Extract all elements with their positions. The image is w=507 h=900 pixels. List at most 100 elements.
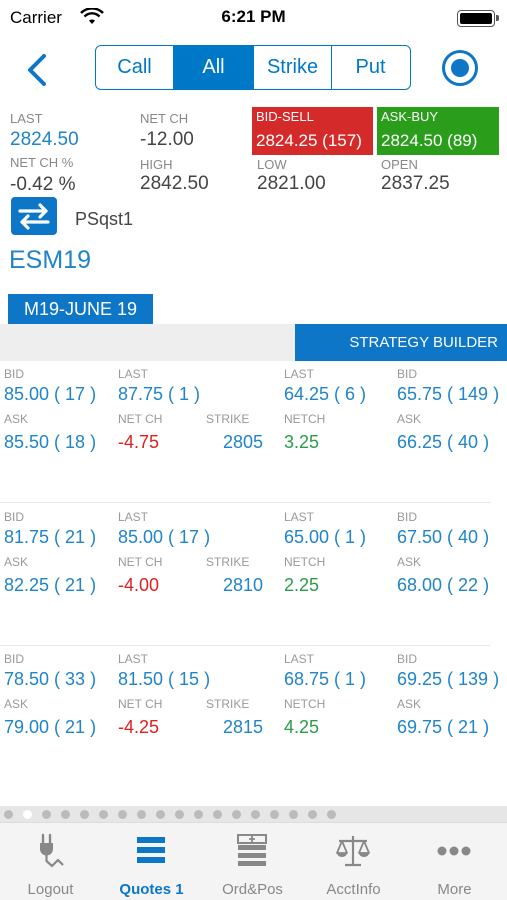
put-bid-label: BID [397,652,418,666]
back-icon[interactable] [22,50,50,90]
strategy-builder-button[interactable]: STRATEGY BUILDER [295,324,507,361]
call-ask-value: 79.00 ( 21 ) [4,717,97,737]
net-ch-label: NET CH [140,111,189,126]
put-bid-value: 65.75 ( 149 ) [397,384,500,404]
page-dot[interactable] [137,809,146,819]
tab-label: Quotes 1 [119,881,184,898]
put-netch-label: NETCH [284,412,326,426]
call-net-ch-label: NET CH [118,697,163,711]
symbol-title: ESM19 [9,246,91,274]
put-bid-label: BID [397,510,418,524]
strike-row[interactable]: BID LAST LAST BID 78.50 ( 33 ) 81.50 ( 15 ) 68… [0,647,507,789]
row-divider [0,645,490,646]
put-netch-value: 2.25 [284,575,320,595]
tab-more[interactable]: More [404,823,505,900]
page-indicator [0,806,507,822]
page-dot[interactable] [213,809,222,819]
page-dot[interactable] [118,809,127,819]
page-dot[interactable] [289,809,298,819]
ask-buy-label: ASK-BUY [381,109,439,124]
tab-acctinfo[interactable]: AcctInfo [303,823,404,900]
tab-ord-pos[interactable]: Ord&Pos [202,823,303,900]
call-ask-label: ASK [4,697,29,711]
page-dot[interactable] [175,809,184,819]
low-value: 2821.00 [257,173,326,194]
segment-strike[interactable]: Strike [254,46,332,89]
call-ask-value: 82.25 ( 21 ) [4,575,97,595]
expiry-selector[interactable]: M19-JUNE 19 [8,294,153,324]
call-net-ch-value: -4.25 [118,717,160,737]
tab-label: Logout [27,881,74,898]
tab-label: Ord&Pos [222,881,283,898]
strike-row[interactable]: BID LAST LAST BID 85.00 ( 17 ) 87.75 ( 1 ) 64.… [0,362,507,504]
page-dot[interactable] [42,809,51,819]
put-netch-value: 4.25 [284,717,320,737]
put-ask-label: ASK [397,697,422,711]
segment-put[interactable]: Put [332,46,409,89]
scales-icon [336,836,370,867]
tab-quotes[interactable]: Quotes 1 [101,823,202,900]
call-last-label: LAST [118,367,149,381]
page-dot[interactable] [23,809,32,819]
call-net-ch-label: NET CH [118,412,163,426]
call-bid-value: 85.00 ( 17 ) [4,384,97,404]
page-dot[interactable] [4,809,13,819]
row-divider [0,502,490,503]
more-icon [437,846,471,856]
account-name: PSqst1 [75,209,134,229]
strike-price: 2815 [222,717,263,737]
clock: 6:21 PM [221,7,286,26]
orders-icon [237,834,267,866]
page-dot[interactable] [156,809,165,819]
put-bid-value: 67.50 ( 40 ) [397,527,490,547]
open-label: OPEN [381,157,418,172]
put-netch-value: 3.25 [284,432,320,452]
call-last-value: 81.50 ( 15 ) [118,669,211,689]
bid-sell-value: 2824.25 (157) [256,131,362,150]
tab-bar: Logout Quotes 1 Ord&Pos AcctInfo More [0,822,507,900]
page-dot[interactable] [61,809,70,819]
call-last-label: LAST [118,510,149,524]
page-dot[interactable] [308,809,317,819]
put-last-label: LAST [284,510,315,524]
call-bid-label: BID [4,652,25,666]
page-dot[interactable] [327,809,336,819]
strike-price: 2810 [222,575,263,595]
strike-row[interactable]: BID LAST LAST BID 81.75 ( 21 ) 85.00 ( 17 ) 65… [0,505,507,647]
last-label: LAST [10,111,43,126]
net-ch-pct-value: -0.42 % [10,174,76,195]
tab-label: AcctInfo [326,881,381,898]
segment-call[interactable]: Call [96,46,174,89]
tab-logout[interactable]: Logout [0,823,101,900]
high-value: 2842.50 [140,173,209,194]
call-bid-label: BID [4,510,25,524]
page-dot[interactable] [251,809,260,819]
call-net-ch-label: NET CH [118,555,163,569]
call-ask-label: ASK [4,412,29,426]
net-ch-value: -12.00 [140,129,194,150]
segment-all[interactable]: All [174,46,254,89]
ask-buy-button[interactable]: ASK-BUY 2824.50 (89) [377,107,499,155]
page-dot[interactable] [80,809,89,819]
call-bid-label: BID [4,367,25,381]
battery-icon [457,10,499,27]
put-bid-label: BID [397,367,418,381]
strike-price: 2805 [222,432,263,452]
page-dot[interactable] [99,809,108,819]
call-last-value: 87.75 ( 1 ) [118,384,201,404]
call-bid-value: 81.75 ( 21 ) [4,527,97,547]
call-bid-value: 78.50 ( 33 ) [4,669,97,689]
swap-arrows-icon [18,203,50,230]
swap-button[interactable] [11,197,57,235]
strike-label: STRIKE [206,697,250,711]
status-bar: Carrier 6:21 PM [0,0,507,36]
put-ask-value: 69.75 ( 21 ) [397,717,490,737]
page-dot[interactable] [270,809,279,819]
bid-sell-button[interactable]: BID-SELL 2824.25 (157) [252,107,373,155]
last-value: 2824.50 [10,129,79,150]
record-icon[interactable] [441,49,479,87]
low-label: LOW [257,157,287,172]
list-icon [137,837,165,863]
page-dot[interactable] [232,809,241,819]
page-dot[interactable] [194,809,203,819]
